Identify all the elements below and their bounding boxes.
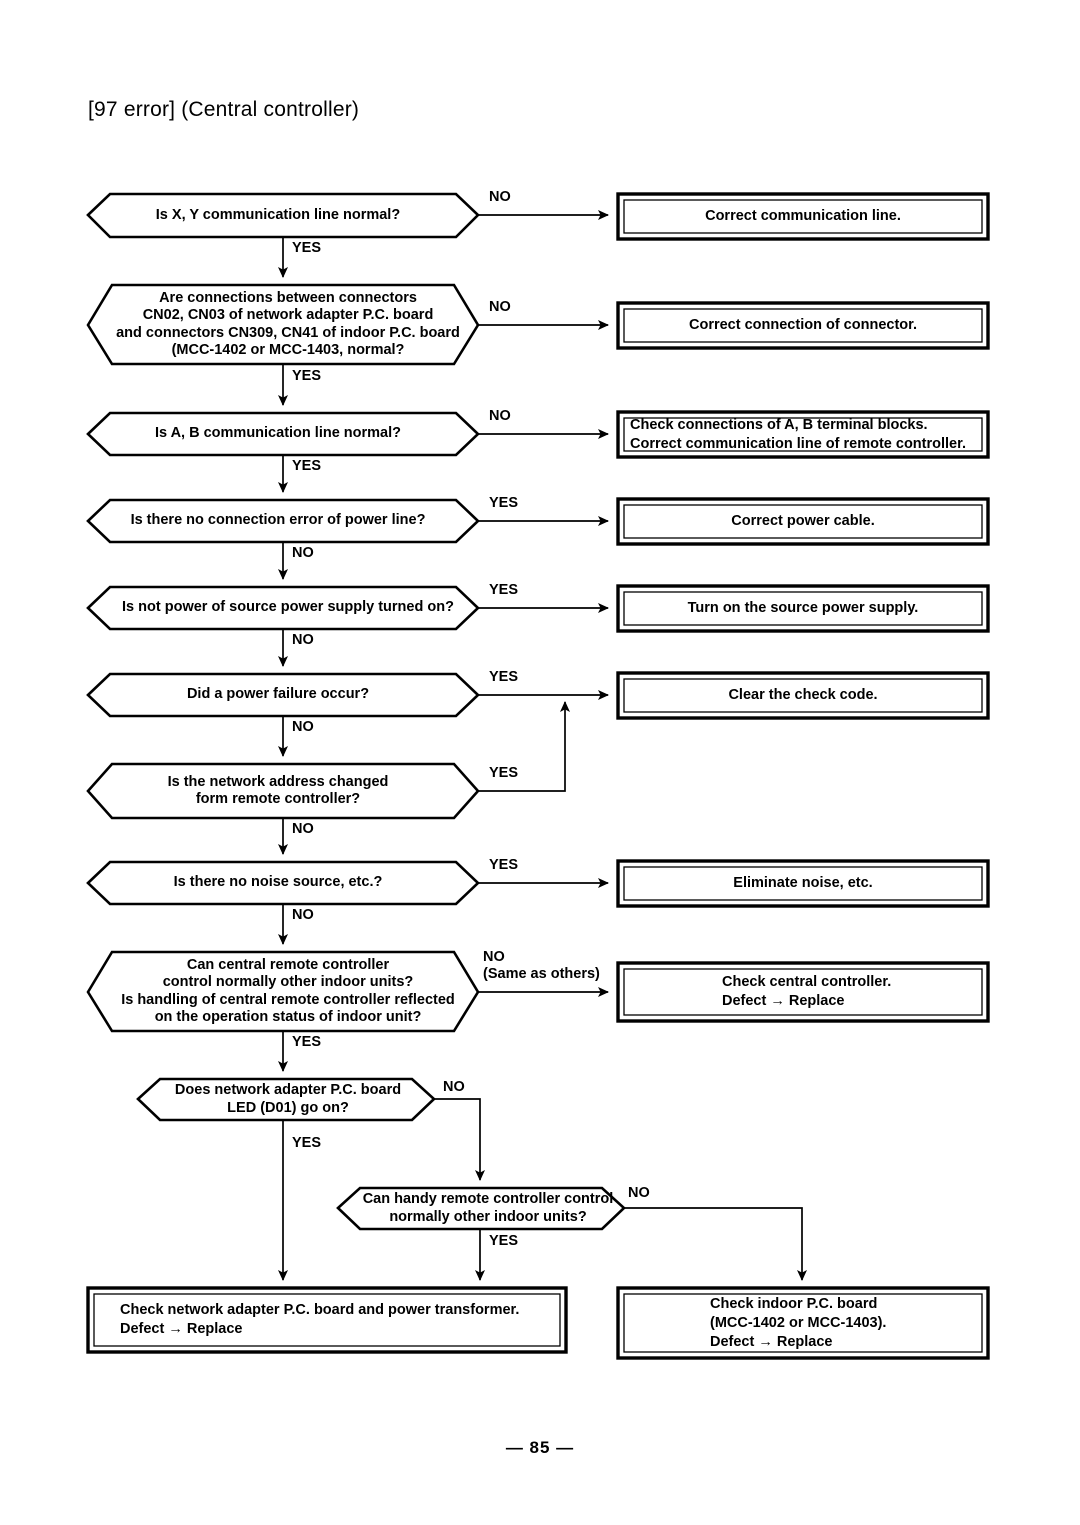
text-line: Check central controller. <box>722 974 892 990</box>
text-line: Correct power cable. <box>731 513 875 529</box>
text-line: Is not power of source power supply turn… <box>122 599 454 616</box>
text-line: Correct communication line of remote con… <box>630 435 966 452</box>
text-line: Defect → Replace <box>120 1321 243 1337</box>
edge-label-powerfailure-yes: YES <box>489 669 519 685</box>
text-line: Is X, Y communication line normal? <box>155 206 401 223</box>
edge-label-xy-yes: YES <box>292 240 322 256</box>
text-line: Eliminate noise, etc. <box>733 875 873 891</box>
edge-label-noise-yes: YES <box>489 857 519 873</box>
edge-led-no <box>434 1098 485 1181</box>
flowchart-page: [97 error] (Central controller) Is X, Y … <box>0 0 1080 1525</box>
text-line: Is there no noise source, etc.? <box>173 874 383 891</box>
edge-label-led-yes: YES <box>292 1135 322 1151</box>
text-line: Is the network address changed <box>167 773 389 790</box>
edge-label-ab-yes: YES <box>292 458 322 474</box>
text-line: Correct communication line. <box>705 208 901 224</box>
text-line: normally other indoor units? <box>389 1208 587 1225</box>
action-correct-communication-line-label: Correct communication line. <box>624 194 982 239</box>
edge-label-handy-yes: YES <box>489 1233 519 1249</box>
decision-xy-comm-line-label: Is X, Y communication line normal? <box>98 194 458 237</box>
text-line: Defect → Replace <box>722 993 845 1009</box>
action-correct-power-cable-label: Correct power cable. <box>624 499 982 544</box>
action-correct-connection-of-connector-label: Correct connection of connector. <box>624 303 982 348</box>
edge-label-handy-no: NO <box>628 1185 650 1201</box>
text-line: (MCC-1402 or MCC-1403, normal? <box>171 342 405 358</box>
edge-label-led-no: NO <box>443 1079 465 1095</box>
text-line: Can handy remote controller control <box>362 1191 614 1207</box>
text-line: on the operation status of indoor unit? <box>154 1009 422 1025</box>
decision-network-address-changed-label: Is the network address changed form remo… <box>98 764 458 818</box>
edge-label-central-yes: YES <box>292 1034 322 1050</box>
text-line: LED (D01) go on? <box>227 1099 349 1116</box>
text-line: Defect → Replace <box>710 1333 833 1350</box>
text-line: (MCC-1402 or MCC-1403). <box>710 1314 887 1331</box>
decision-central-remote-controller-label: Can central remote controller control no… <box>88 952 488 1031</box>
text-line: (Same as others) <box>483 965 600 982</box>
edge-label-connector-no: NO <box>489 299 511 315</box>
text-line: CN02, CN03 of network adapter P.C. board <box>142 307 434 323</box>
action-eliminate-noise-label: Eliminate noise, etc. <box>624 861 982 906</box>
decision-handy-remote-controller-label: Can handy remote controller control norm… <box>348 1188 628 1229</box>
text-line: Are connections between connectors <box>159 289 417 306</box>
text-line: Can central remote controller <box>186 956 390 973</box>
edge-handy-no <box>624 1207 807 1281</box>
action-check-indoor-pc-board-label: Check indoor P.C. board (MCC-1402 or MCC… <box>710 1288 990 1358</box>
decision-power-line-error-label: Is there no connection error of power li… <box>98 500 458 542</box>
decision-source-power-supply-label: Is not power of source power supply turn… <box>88 587 488 629</box>
edge-label-xy-no: NO <box>489 189 511 205</box>
action-clear-the-check-code-label: Clear the check code. <box>624 673 982 718</box>
edge-label-noise-no: NO <box>292 907 314 923</box>
text-line: Check connections of A, B terminal block… <box>630 416 928 433</box>
action-check-ab-terminal-blocks-label: Check connections of A, B terminal block… <box>630 412 1030 457</box>
text-line: Does network adapter P.C. board <box>174 1082 402 1098</box>
text-line: Is handling of central remote controller… <box>121 991 455 1008</box>
edge-label-powerline-yes: YES <box>489 495 519 511</box>
text-line: control normally other indoor units? <box>162 974 414 990</box>
text-line: Turn on the source power supply. <box>687 600 919 616</box>
decision-network-adapter-led-label: Does network adapter P.C. board LED (D01… <box>148 1079 428 1120</box>
edge-label-ab-no: NO <box>489 408 511 424</box>
text-line: Check indoor P.C. board <box>710 1295 878 1312</box>
page-number: — 85 — <box>505 1438 575 1457</box>
text-line: Did a power failure occur? <box>186 686 370 703</box>
decision-noise-source-label: Is there no noise source, etc.? <box>98 862 458 904</box>
edge-label-networkaddr-yes: YES <box>489 765 519 781</box>
text-line: form remote controller? <box>195 791 361 807</box>
edge-label-sourcepower-no: NO <box>292 632 314 648</box>
edge-label-powerfailure-no: NO <box>292 719 314 735</box>
text-line: Is there no connection error of power li… <box>130 512 426 529</box>
edge-label-networkaddr-no: NO <box>292 821 314 837</box>
decision-power-failure-label: Did a power failure occur? <box>98 674 458 716</box>
text-line: Clear the check code. <box>728 687 878 703</box>
decision-ab-comm-line-label: Is A, B communication line normal? <box>98 413 458 455</box>
edge-label-connector-yes: YES <box>292 368 322 384</box>
edge-label-sourcepower-yes: YES <box>489 582 519 598</box>
edge-label-powerline-no: NO <box>292 545 314 561</box>
text-line: and connectors CN309, CN41 of indoor P.C… <box>116 324 460 341</box>
action-check-network-adapter-label: Check network adapter P.C. board and pow… <box>120 1288 590 1352</box>
text-line: Is A, B communication line normal? <box>155 425 401 442</box>
action-check-central-controller-label: Check central controller. Defect → Repla… <box>722 963 1022 1021</box>
text-line: Check network adapter P.C. board and pow… <box>120 1302 520 1318</box>
decision-connector-connections-label: Are connections between connectors CN02,… <box>88 285 488 364</box>
action-turn-on-source-power-supply-label: Turn on the source power supply. <box>624 586 982 631</box>
edge-label-central-no: NO (Same as others) <box>483 949 600 982</box>
text-line: NO <box>483 949 505 965</box>
text-line: Correct connection of connector. <box>689 317 917 333</box>
